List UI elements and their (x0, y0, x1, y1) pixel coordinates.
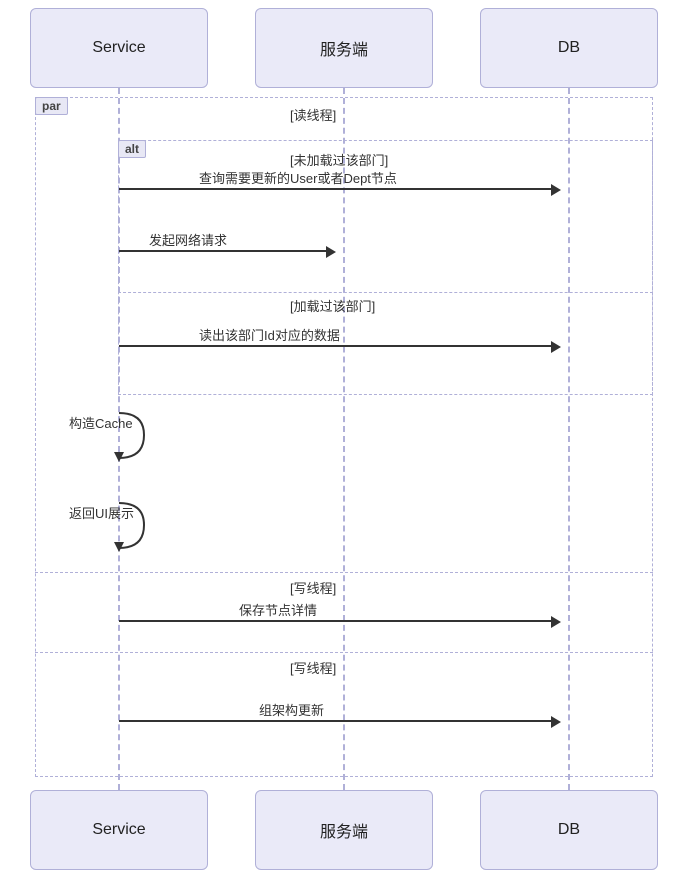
ui-label: 返回UI展示 (69, 503, 134, 522)
write-thread1-divider (35, 572, 653, 573)
diagram-container: Service 服务端 DB Service 服务端 DB par [读线程] … (0, 0, 688, 880)
server-box-top: 服务端 (255, 8, 433, 88)
db-box-bot: DB (480, 790, 658, 870)
write-thread2-label: [写线程] (290, 658, 336, 677)
read-thread-label: [读线程] (290, 105, 336, 124)
alt-label: alt (118, 140, 146, 158)
loaded-label: [加载过该部门] (290, 296, 375, 315)
db-box-top: DB (480, 8, 658, 88)
cache-label: 构造Cache (69, 413, 133, 432)
write-thread2-divider (35, 652, 653, 653)
server-box-bot: 服务端 (255, 790, 433, 870)
unloaded-label: [未加载过该部门] (290, 150, 388, 169)
service-box-top: Service (30, 8, 208, 88)
self-arrow-ui: 返回UI展示 (69, 498, 149, 553)
write-thread1-label: [写线程] (290, 578, 336, 597)
alt-divider (118, 292, 653, 293)
service-box-bot: Service (30, 790, 208, 870)
par-label: par (35, 97, 68, 115)
self-arrow-cache: 构造Cache (69, 408, 149, 463)
